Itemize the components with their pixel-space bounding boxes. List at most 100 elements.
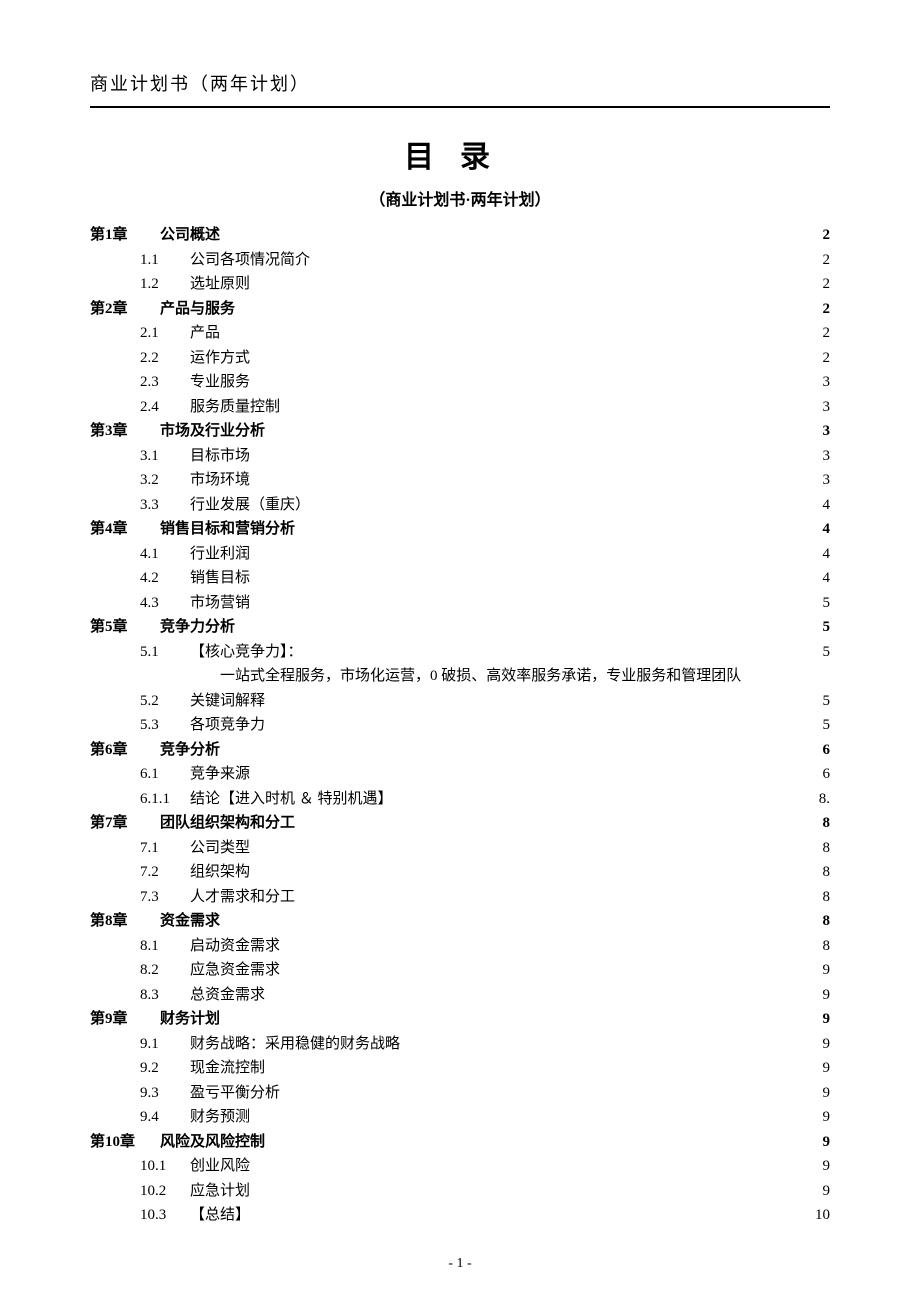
- running-header: 商业计划书（两年计划）: [90, 70, 830, 96]
- toc-entry: 第6章竞争分析 6: [90, 739, 830, 762]
- toc-entry: 7.3人才需求和分工 8: [90, 886, 830, 909]
- toc-entry-number: 6.1: [140, 763, 190, 786]
- toc-entry-title: 公司类型: [190, 837, 250, 860]
- toc-entry-page: 3: [823, 420, 831, 443]
- toc-entry-title: 结论【进入时机 ＆ 特别机遇】: [190, 788, 393, 811]
- toc-entry: 9.1财务战略：采用稳健的财务战略9: [90, 1033, 830, 1056]
- toc-entry-page: 9: [823, 959, 831, 982]
- toc-entry: 1.2选址原则2: [90, 273, 830, 296]
- toc-entry-title: 市场营销: [190, 592, 250, 615]
- toc-entry-page: 4: [823, 543, 831, 566]
- toc-entry-page: 3: [823, 396, 831, 419]
- toc-entry-page: 6: [823, 763, 831, 786]
- toc-entry-number: 7.3: [140, 886, 190, 909]
- toc-entry-number: 7.1: [140, 837, 190, 860]
- toc-entry-number: 10.2: [140, 1180, 190, 1203]
- toc-entry-page: 9: [823, 1180, 831, 1203]
- toc-entry-number: 10.3: [140, 1204, 190, 1227]
- document-subtitle: （商业计划书·两年计划）: [90, 186, 830, 210]
- toc-entry-title: 专业服务: [190, 371, 250, 394]
- toc-entry-title: 关键词解释: [190, 690, 265, 713]
- toc-entry-number: 2.1: [140, 322, 190, 345]
- toc-entry-page: 6: [823, 739, 831, 762]
- toc-entry: 2.2运作方式2: [90, 347, 830, 370]
- toc-entry: 第5章竞争力分析5: [90, 616, 830, 639]
- toc-entry-title: 行业发展（重庆）: [190, 494, 310, 517]
- toc-entry-title: 团队组织架构和分工: [160, 812, 295, 835]
- toc-entry-page: 3: [823, 445, 831, 468]
- toc-entry: 第10章风险及风险控制9: [90, 1131, 830, 1154]
- toc-entry-page: 5: [823, 641, 831, 664]
- toc-entry-page: 2: [823, 322, 831, 345]
- toc-entry-title: 产品: [190, 322, 220, 345]
- toc-entry: 6.1.1结论【进入时机 ＆ 特别机遇】8.: [90, 788, 830, 811]
- toc-entry-number: 第6章: [90, 739, 160, 762]
- toc-entry: 第4章销售目标和营销分析4: [90, 518, 830, 541]
- toc-entry: 第3章市场及行业分析3: [90, 420, 830, 443]
- toc-entry: 6.1竞争来源6: [90, 763, 830, 786]
- toc-entry-title: 竞争分析: [160, 739, 220, 762]
- table-of-contents: 第1章公司概述21.1公司各项情况简介21.2选址原则2第2章产品与服务22.1…: [90, 224, 830, 1227]
- toc-entry-number: 1.1: [140, 249, 190, 272]
- toc-entry-number: 3.3: [140, 494, 190, 517]
- toc-entry-title: 财务预测: [190, 1106, 250, 1129]
- toc-entry-number: 第8章: [90, 910, 160, 933]
- toc-entry-number: 8.1: [140, 935, 190, 958]
- toc-entry-number: 第1章: [90, 224, 160, 247]
- toc-entry-title: 各项竞争力: [190, 714, 265, 737]
- toc-entry: 第8章资金需求8: [90, 910, 830, 933]
- toc-entry-page: 8: [823, 886, 831, 909]
- toc-entry-number: 6.1.1: [140, 788, 190, 811]
- toc-entry: 4.1行业利润4: [90, 543, 830, 566]
- toc-entry: 5.3各项竞争力5: [90, 714, 830, 737]
- toc-entry-title: 销售目标和营销分析: [160, 518, 295, 541]
- page-number: - 1 -: [0, 1256, 920, 1272]
- toc-entry-number: 10.1: [140, 1155, 190, 1178]
- toc-entry-page: 8: [823, 935, 831, 958]
- toc-entry: 第1章公司概述2: [90, 224, 830, 247]
- toc-entry: 8.2应急资金需求9: [90, 959, 830, 982]
- toc-entry-title: 财务战略：采用稳健的财务战略: [190, 1033, 400, 1056]
- toc-entry-number: 2.4: [140, 396, 190, 419]
- toc-entry-number: 7.2: [140, 861, 190, 884]
- toc-entry-title: 人才需求和分工: [190, 886, 295, 909]
- toc-entry-page: 9: [823, 1106, 831, 1129]
- toc-entry-title: 应急计划: [190, 1180, 250, 1203]
- toc-entry-page: 10: [815, 1204, 830, 1227]
- toc-entry-number: 4.2: [140, 567, 190, 590]
- toc-entry-page: 9: [823, 1057, 831, 1080]
- toc-entry-number: 第9章: [90, 1008, 160, 1031]
- toc-entry-page: 2: [823, 347, 831, 370]
- toc-entry: 4.3市场营销5: [90, 592, 830, 615]
- toc-entry: 10.3【总结】10: [90, 1204, 830, 1227]
- toc-entry-title: 市场及行业分析: [160, 420, 265, 443]
- toc-entry-number: 第7章: [90, 812, 160, 835]
- toc-entry-title: 财务计划: [160, 1008, 220, 1031]
- toc-entry-page: 8: [823, 837, 831, 860]
- toc-entry: 一站式全程服务，市场化运营，0 破损、高效率服务承诺，专业服务和管理团队: [90, 665, 830, 688]
- toc-entry-number: 2.2: [140, 347, 190, 370]
- toc-entry-page: 9: [823, 1082, 831, 1105]
- toc-entry-page: 5: [823, 616, 831, 639]
- toc-entry-page: 2: [823, 249, 831, 272]
- toc-entry: 2.3专业服务3: [90, 371, 830, 394]
- toc-entry: 8.3总资金需求9: [90, 984, 830, 1007]
- toc-entry-page: 9: [823, 984, 831, 1007]
- toc-entry-page: 9: [823, 1155, 831, 1178]
- toc-entry: 9.3盈亏平衡分析9: [90, 1082, 830, 1105]
- toc-entry: 9.4财务预测 9: [90, 1106, 830, 1129]
- toc-entry: 10.2应急计划 9: [90, 1180, 830, 1203]
- toc-entry: 第2章产品与服务2: [90, 298, 830, 321]
- toc-entry: 第7章团队组织架构和分工8: [90, 812, 830, 835]
- toc-entry-number: 9.2: [140, 1057, 190, 1080]
- toc-entry-number: 9.4: [140, 1106, 190, 1129]
- toc-entry-title: 资金需求: [160, 910, 220, 933]
- toc-entry-title: 公司概述: [160, 224, 220, 247]
- toc-entry: 3.3行业发展（重庆）4: [90, 494, 830, 517]
- toc-entry-page: 9: [823, 1131, 831, 1154]
- toc-entry-title: 风险及风险控制: [160, 1131, 265, 1154]
- toc-entry-title: 产品与服务: [160, 298, 235, 321]
- toc-entry-page: 9: [823, 1008, 831, 1031]
- toc-entry-title: 启动资金需求: [190, 935, 280, 958]
- toc-entry-title: 竞争力分析: [160, 616, 235, 639]
